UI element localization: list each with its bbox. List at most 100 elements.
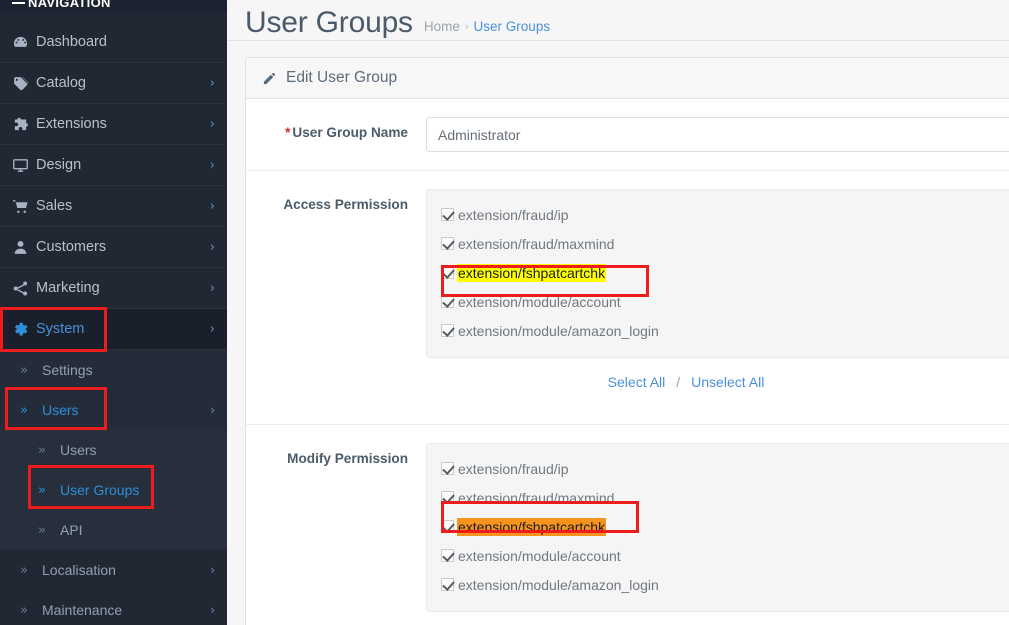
double-chevron-icon: » [20,363,42,378]
sidebar-item-sales[interactable]: Sales › [0,186,227,227]
cart-icon [12,198,36,215]
chevron-right-icon: › [210,403,215,417]
sidebar-item-customers-label: Customers [36,239,210,255]
chevron-right-icon: › [210,322,215,337]
panel-header: Edit User Group [246,58,1009,99]
page-title: User Groups [245,6,413,40]
user-group-name-label-text: User Group Name [292,125,408,140]
permission-item[interactable]: extension/module/account [441,541,1009,570]
permission-item-highlighted[interactable]: extension/fshpatcartchk [441,258,1009,287]
chevron-right-icon: › [210,603,215,617]
sidebar-item-user-groups-label: User Groups [60,482,139,498]
user-group-name-label: *User Group Name [246,117,426,140]
permission-item[interactable]: extension/module/amazon_login [441,316,1009,345]
panel-heading: Edit User Group [286,69,397,87]
checkbox-checked-icon[interactable] [441,520,454,533]
sidebar-item-system-label: System [36,321,210,337]
sidebar-item-settings[interactable]: » Settings [0,350,227,390]
sidebar-item-users[interactable]: » Users [0,430,227,470]
sidebar-item-system[interactable]: System › [0,309,227,350]
chevron-right-icon: › [210,117,215,132]
pencil-icon [262,71,277,86]
sidebar-item-catalog[interactable]: Catalog › [0,63,227,104]
checkbox-checked-icon[interactable] [441,208,454,221]
sidebar-item-design[interactable]: Design › [0,145,227,186]
sidebar: NAVIGATION Dashboard Catalog › Extension… [0,0,227,625]
checkbox-checked-icon[interactable] [441,578,454,591]
breadcrumb-home[interactable]: Home [424,19,460,34]
sidebar-item-localisation[interactable]: » Localisation › [0,550,227,590]
sidebar-item-extensions[interactable]: Extensions › [0,104,227,145]
sidebar-item-marketing[interactable]: Marketing › [0,268,227,309]
sidebar-item-catalog-label: Catalog [36,75,210,91]
required-marker: * [285,125,290,140]
select-all-row: Select All / Unselect All [426,358,1009,406]
double-chevron-icon: » [20,563,42,578]
user-icon [12,239,36,256]
gear-icon [12,321,36,338]
double-chevron-icon: » [38,483,60,498]
access-permission-list[interactable]: extension/fraud/ip extension/fraud/maxmi… [426,189,1009,358]
checkbox-checked-icon[interactable] [441,462,454,475]
sidebar-item-users-label: Users [60,442,97,458]
permission-item-highlighted[interactable]: extension/fshpatcartchk [441,512,1009,541]
permission-label: extension/fshpatcartchk [457,264,606,282]
sidebar-item-users-group-label: Users [42,402,210,418]
breadcrumb-current[interactable]: User Groups [474,19,551,34]
sidebar-item-dashboard[interactable]: Dashboard [0,22,227,63]
chevron-right-icon: › [210,199,215,214]
chevron-right-icon: › [210,281,215,296]
sidebar-item-marketing-label: Marketing [36,280,210,296]
chevron-right-icon: › [210,563,215,577]
permission-label: extension/module/amazon_login [457,576,660,594]
navigation-header-label: NAVIGATION [28,0,111,10]
main-content: User Groups Home › User Groups Edit User… [227,0,1009,625]
user-group-name-input[interactable] [426,117,1009,152]
permission-label: extension/fshpatcartchk [457,518,606,536]
user-group-name-field-wrap [426,117,1009,152]
hamburger-icon[interactable] [12,2,25,4]
sidebar-item-customers[interactable]: Customers › [0,227,227,268]
checkbox-checked-icon[interactable] [441,491,454,504]
access-permission-field-wrap: extension/fraud/ip extension/fraud/maxmi… [426,189,1009,406]
sidebar-item-user-groups[interactable]: » User Groups [0,470,227,510]
sidebar-item-sales-label: Sales [36,198,210,214]
modify-permission-list[interactable]: extension/fraud/ip extension/fraud/maxmi… [426,443,1009,612]
permission-label: extension/fraud/ip [457,206,570,224]
monitor-icon [12,157,36,174]
modify-permission-field-wrap: extension/fraud/ip extension/fraud/maxmi… [426,443,1009,612]
puzzle-icon [12,116,36,133]
panel-body: *User Group Name Access Permission exten… [246,99,1009,625]
sidebar-item-users-group[interactable]: » Users › [0,390,227,430]
permission-item[interactable]: extension/module/account [441,287,1009,316]
double-chevron-icon: » [20,603,42,618]
sidebar-item-maintenance[interactable]: » Maintenance › [0,590,227,625]
tag-icon [12,75,36,92]
double-chevron-icon: » [20,403,42,418]
checkbox-checked-icon[interactable] [441,237,454,250]
sidebar-item-settings-label: Settings [42,362,215,378]
chevron-right-icon: › [210,158,215,173]
navigation-header: NAVIGATION [0,0,227,13]
breadcrumb: Home › User Groups [424,19,550,34]
breadcrumb-separator-icon: › [465,21,469,33]
permission-item[interactable]: extension/fraud/ip [441,454,1009,483]
select-all-link[interactable]: Select All [608,374,666,390]
sidebar-item-extensions-label: Extensions [36,116,210,132]
unselect-all-link[interactable]: Unselect All [691,374,764,390]
permission-item[interactable]: extension/module/amazon_login [441,570,1009,599]
permission-item[interactable]: extension/fraud/maxmind [441,229,1009,258]
permission-item[interactable]: extension/fraud/maxmind [441,483,1009,512]
sidebar-item-api[interactable]: » API [0,510,227,550]
checkbox-checked-icon[interactable] [441,549,454,562]
checkbox-checked-icon[interactable] [441,266,454,279]
checkbox-checked-icon[interactable] [441,324,454,337]
chevron-right-icon: › [210,76,215,91]
permission-label: extension/module/amazon_login [457,322,660,340]
checkbox-checked-icon[interactable] [441,295,454,308]
share-icon [12,280,36,297]
permission-label: extension/fraud/maxmind [457,489,615,507]
edit-user-group-panel: Edit User Group *User Group Name Access … [245,57,1009,625]
permission-item[interactable]: extension/fraud/ip [441,200,1009,229]
form-row-access-permission: Access Permission extension/fraud/ip ext… [246,171,1009,425]
